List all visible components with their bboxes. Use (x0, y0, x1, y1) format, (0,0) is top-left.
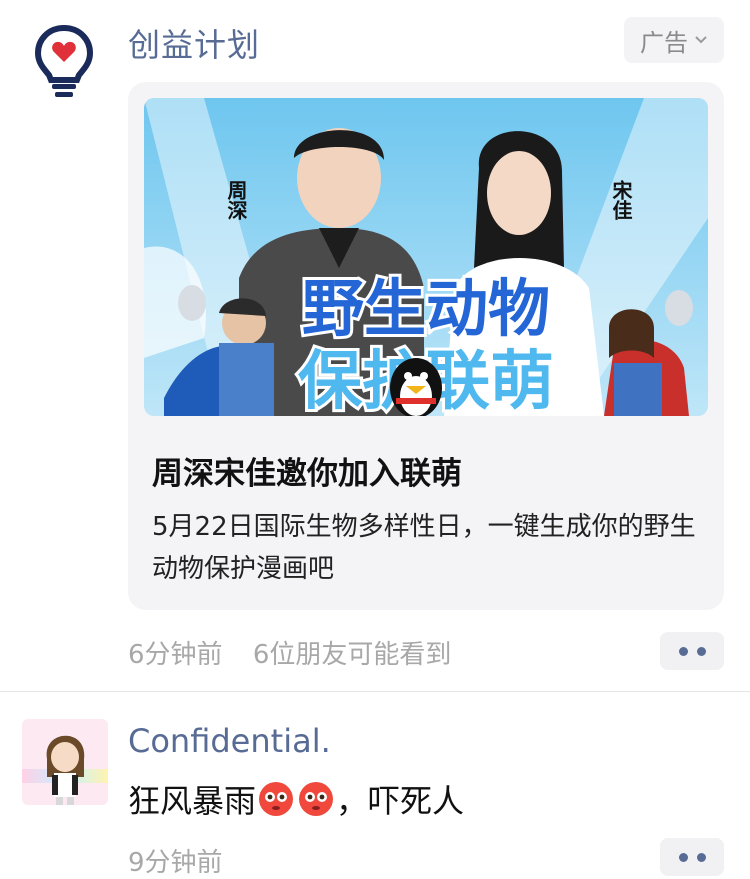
post-divider (0, 691, 750, 692)
ad-banner-illustration: 周深 宋佳 野生动物 保护联萌 (144, 98, 708, 416)
user-author-name[interactable]: Confidential. (128, 722, 331, 760)
post-text-after: ，吓死人 (336, 782, 465, 820)
banner-name-right: 宋佳 (609, 179, 633, 221)
post-text-before: 狂风暴雨 (128, 782, 257, 820)
user-more-button[interactable] (660, 838, 724, 876)
dot-icon (678, 646, 688, 656)
ad-description: 5月22日国际生物多样性日，一键生成你的野生动物保护漫画吧 (152, 512, 696, 584)
ad-card[interactable]: 周深 宋佳 野生动物 保护联萌 (128, 82, 724, 610)
dot-icon (696, 852, 706, 862)
dot-icon (696, 646, 706, 656)
dot-icon (678, 852, 688, 862)
flushed-face-icon (259, 782, 294, 816)
user-post-time: 9分钟前 (128, 848, 223, 878)
ad-more-button[interactable] (660, 632, 724, 670)
lightbulb-heart-logo-icon[interactable] (28, 22, 100, 100)
ad-author-name[interactable]: 创益计划 (128, 20, 260, 66)
ad-visibility: 6位朋友可能看到 (252, 640, 452, 670)
ad-title: 周深宋佳邀你加入联萌 (152, 456, 462, 492)
chevron-down-icon (695, 36, 707, 44)
avatar-image (22, 719, 108, 805)
avatar[interactable] (22, 719, 108, 805)
ad-label-text: 广告 (640, 28, 688, 57)
banner-title-line1: 野生动物 (302, 272, 550, 345)
flushed-face-icon (299, 782, 334, 816)
banner-name-left: 周深 (224, 180, 248, 220)
ad-time: 6分钟前 (128, 640, 223, 670)
ad-meta: 6分钟前 6位朋友可能看到 (128, 634, 451, 671)
ad-label-button[interactable]: 广告 (624, 17, 724, 63)
ad-banner-image[interactable]: 周深 宋佳 野生动物 保护联萌 (144, 98, 708, 416)
user-post-text: 狂风暴雨 ，吓死人 (128, 776, 464, 822)
